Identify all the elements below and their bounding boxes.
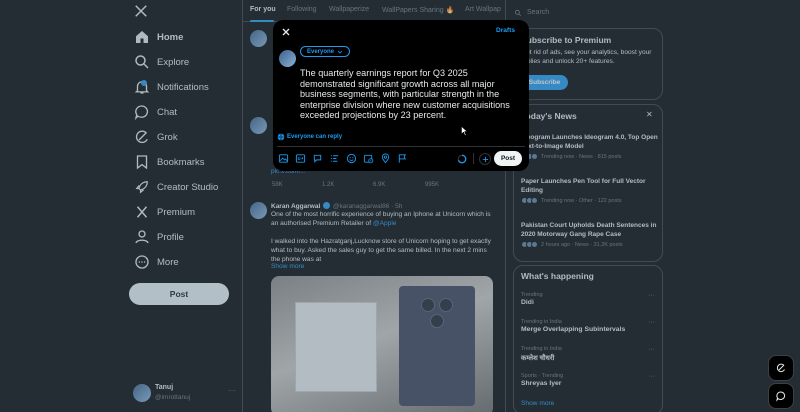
schedule-icon[interactable] <box>363 153 374 164</box>
chat-icon <box>776 391 786 402</box>
avatar[interactable] <box>279 50 296 67</box>
reply-settings[interactable]: Everyone can reply <box>277 132 342 142</box>
messages-button[interactable] <box>768 383 794 409</box>
plus-icon <box>482 156 488 162</box>
mouse-cursor-icon <box>461 126 468 136</box>
add-post-button[interactable] <box>479 153 491 165</box>
poll-icon[interactable] <box>329 153 340 164</box>
grok-icon <box>776 363 785 373</box>
chevron-down-icon <box>337 50 343 54</box>
image-icon[interactable] <box>278 153 289 164</box>
grok-compose-icon[interactable] <box>312 153 323 164</box>
reply-settings-label: Everyone can reply <box>287 134 343 140</box>
character-count-ring <box>457 154 467 164</box>
audience-label: Everyone <box>307 48 335 55</box>
compose-textarea[interactable]: The quarterly earnings report for Q3 202… <box>300 68 525 121</box>
drafts-button[interactable]: Drafts <box>496 27 515 34</box>
compose-modal: Drafts Everyone The quarterly earnings r… <box>273 20 529 171</box>
divider <box>473 153 474 164</box>
post-button[interactable]: Post <box>494 151 522 166</box>
emoji-icon[interactable] <box>346 153 357 164</box>
gif-icon[interactable] <box>295 153 306 164</box>
location-icon[interactable] <box>380 153 391 164</box>
globe-icon <box>277 133 285 141</box>
divider <box>277 146 525 147</box>
grok-button[interactable] <box>768 355 794 381</box>
flag-icon[interactable] <box>397 153 408 164</box>
audience-selector[interactable]: Everyone <box>300 46 351 57</box>
close-icon[interactable] <box>280 26 292 38</box>
